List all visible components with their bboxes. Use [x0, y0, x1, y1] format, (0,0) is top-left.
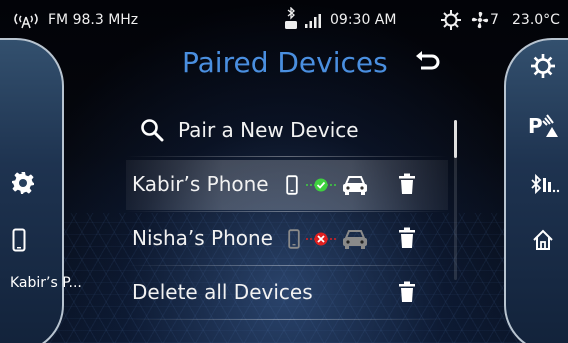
delete-all-devices-row[interactable]: Delete all Devices — [126, 268, 448, 318]
delete-device-icon[interactable] — [398, 227, 416, 249]
divider — [126, 319, 448, 320]
divider — [126, 265, 448, 266]
car-icon — [343, 230, 367, 249]
clock: 09:30 AM — [330, 12, 397, 28]
page-title: Paired Devices — [182, 46, 388, 79]
back-arrow-icon[interactable] — [412, 48, 442, 78]
temperature[interactable]: 23.0°C — [512, 12, 560, 28]
radio-station[interactable]: FM 98.3 MHz — [48, 12, 138, 28]
bluetooth-phone-icon — [285, 7, 297, 29]
search-icon — [141, 119, 164, 142]
phone-icon[interactable] — [12, 228, 26, 252]
divider — [126, 211, 448, 212]
connected-phone-label[interactable]: Kabir’s P... — [10, 275, 82, 291]
ac-icon[interactable] — [441, 10, 461, 30]
antenna-icon — [14, 13, 38, 29]
disconnected-status-icon — [306, 232, 336, 246]
phone-icon — [286, 175, 298, 195]
infotainment-screen: FM 98.3 MHz 09:30 AM 7 23.0°C Kabir’s P.… — [0, 0, 568, 343]
device-row-nisha[interactable]: Nisha’s Phone — [126, 214, 448, 264]
gear-icon[interactable] — [11, 171, 35, 195]
parking-assist-icon[interactable]: P — [528, 113, 560, 139]
svg-text:P: P — [528, 114, 543, 138]
device-row-kabir[interactable]: Kabir’s Phone — [126, 160, 448, 210]
status-bar: FM 98.3 MHz 09:30 AM 7 23.0°C — [0, 0, 568, 40]
climate-icon[interactable] — [531, 54, 555, 78]
bluetooth-audio-icon[interactable] — [530, 173, 560, 197]
device-name: Nisha’s Phone — [132, 226, 273, 250]
signal-bars-icon — [305, 14, 321, 28]
pair-new-device-row[interactable]: Pair a New Device — [126, 106, 448, 156]
delete-all-icon[interactable] — [398, 281, 416, 303]
divider — [126, 156, 448, 157]
phone-icon — [288, 229, 300, 249]
home-icon[interactable] — [532, 229, 554, 251]
fan-icon[interactable] — [471, 11, 489, 29]
delete-device-icon[interactable] — [398, 173, 416, 195]
device-name: Kabir’s Phone — [132, 172, 269, 196]
delete-all-label: Delete all Devices — [132, 280, 313, 304]
car-icon — [343, 176, 367, 195]
connected-status-icon — [306, 178, 336, 192]
scrollbar-thumb[interactable] — [454, 120, 457, 158]
fan-speed: 7 — [490, 12, 499, 28]
pair-new-device-label: Pair a New Device — [178, 118, 359, 142]
